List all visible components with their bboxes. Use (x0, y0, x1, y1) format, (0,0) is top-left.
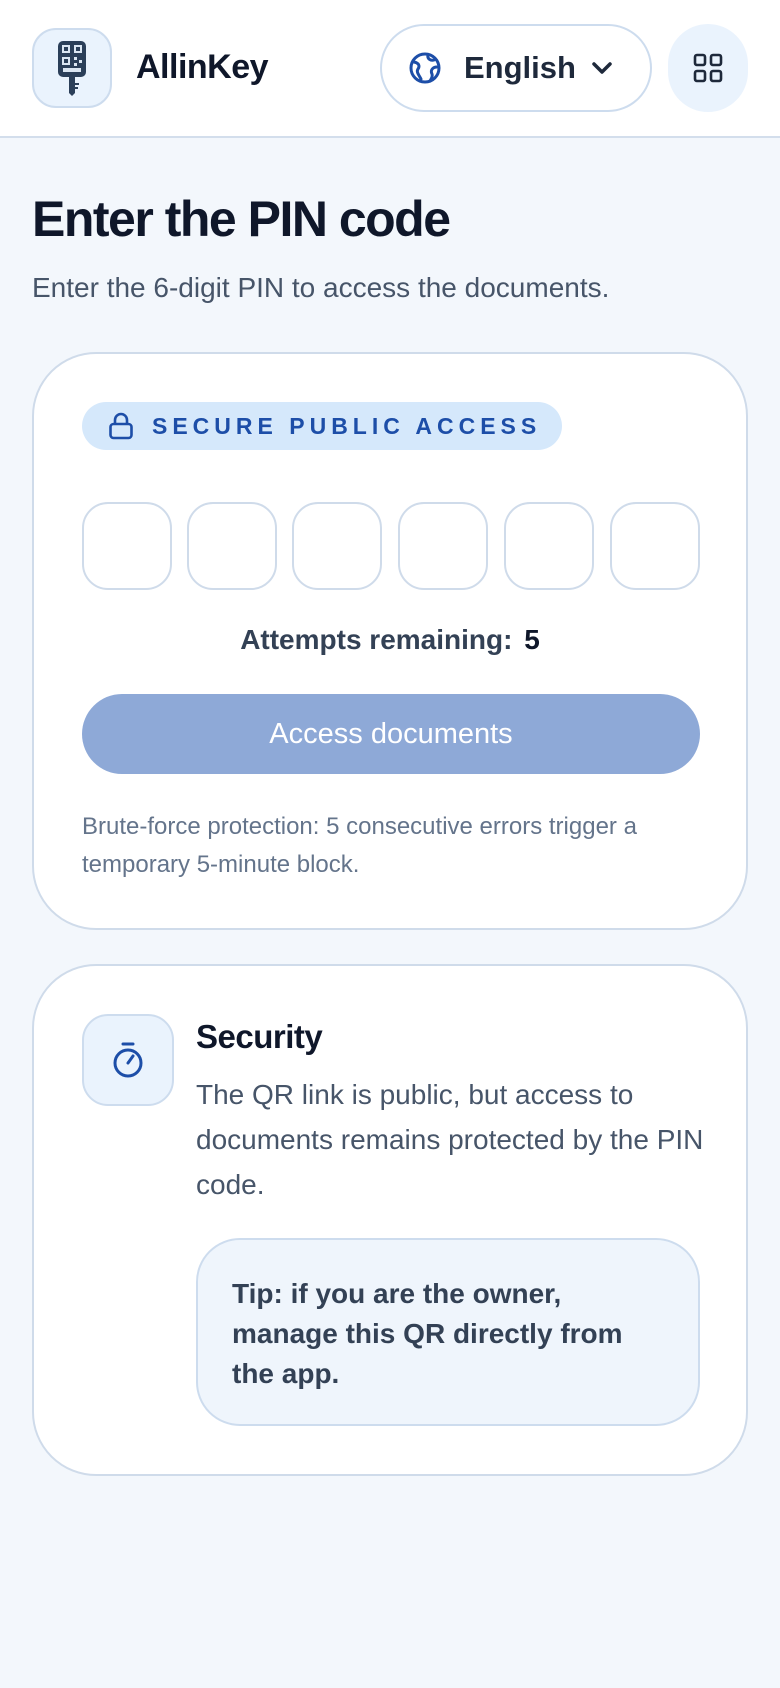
security-description: The QR link is public, but access to doc… (196, 1079, 704, 1200)
page-subtitle: Enter the 6-digit PIN to access the docu… (32, 272, 610, 303)
pin-input-group (82, 502, 700, 590)
chevron-down-icon (592, 62, 612, 74)
page-title: Enter the PIN code (32, 191, 451, 247)
pin-digit-5[interactable] (504, 502, 594, 590)
pin-card: SECURE PUBLIC ACCESS Attempts remaining:… (32, 352, 748, 930)
language-select[interactable]: English (380, 24, 652, 112)
stopwatch-icon (113, 1042, 143, 1078)
attempts-count: 5 (524, 624, 540, 655)
language-label: English (464, 50, 576, 85)
pin-digit-3[interactable] (292, 502, 382, 590)
attempts-label: Attempts remaining: (240, 624, 513, 655)
pin-digit-2[interactable] (187, 502, 277, 590)
security-title: Security (196, 1018, 323, 1055)
logo[interactable] (32, 28, 112, 108)
secure-access-badge: SECURE PUBLIC ACCESS (82, 402, 562, 450)
lock-icon (109, 412, 133, 440)
menu-grid-button[interactable] (668, 24, 748, 112)
grid-icon (693, 53, 723, 83)
attempts-remaining: Attempts remaining: 5 (34, 624, 746, 656)
badge-label: SECURE PUBLIC ACCESS (152, 412, 542, 439)
access-documents-button[interactable]: Access documents (82, 694, 700, 774)
security-icon-box (82, 1014, 174, 1106)
pin-digit-4[interactable] (398, 502, 488, 590)
pin-digit-1[interactable] (82, 502, 172, 590)
key-qr-icon (58, 41, 86, 96)
app-header: AllinKey English (0, 0, 780, 138)
owner-tip: Tip: if you are the owner, manage this Q… (196, 1238, 700, 1426)
security-card: Security The QR link is public, but acce… (32, 964, 748, 1476)
globe-icon (409, 52, 441, 84)
pin-digit-6[interactable] (610, 502, 700, 590)
brand-name: AllinKey (136, 48, 269, 86)
brute-force-note: Brute-force protection: 5 consecutive er… (82, 813, 637, 878)
